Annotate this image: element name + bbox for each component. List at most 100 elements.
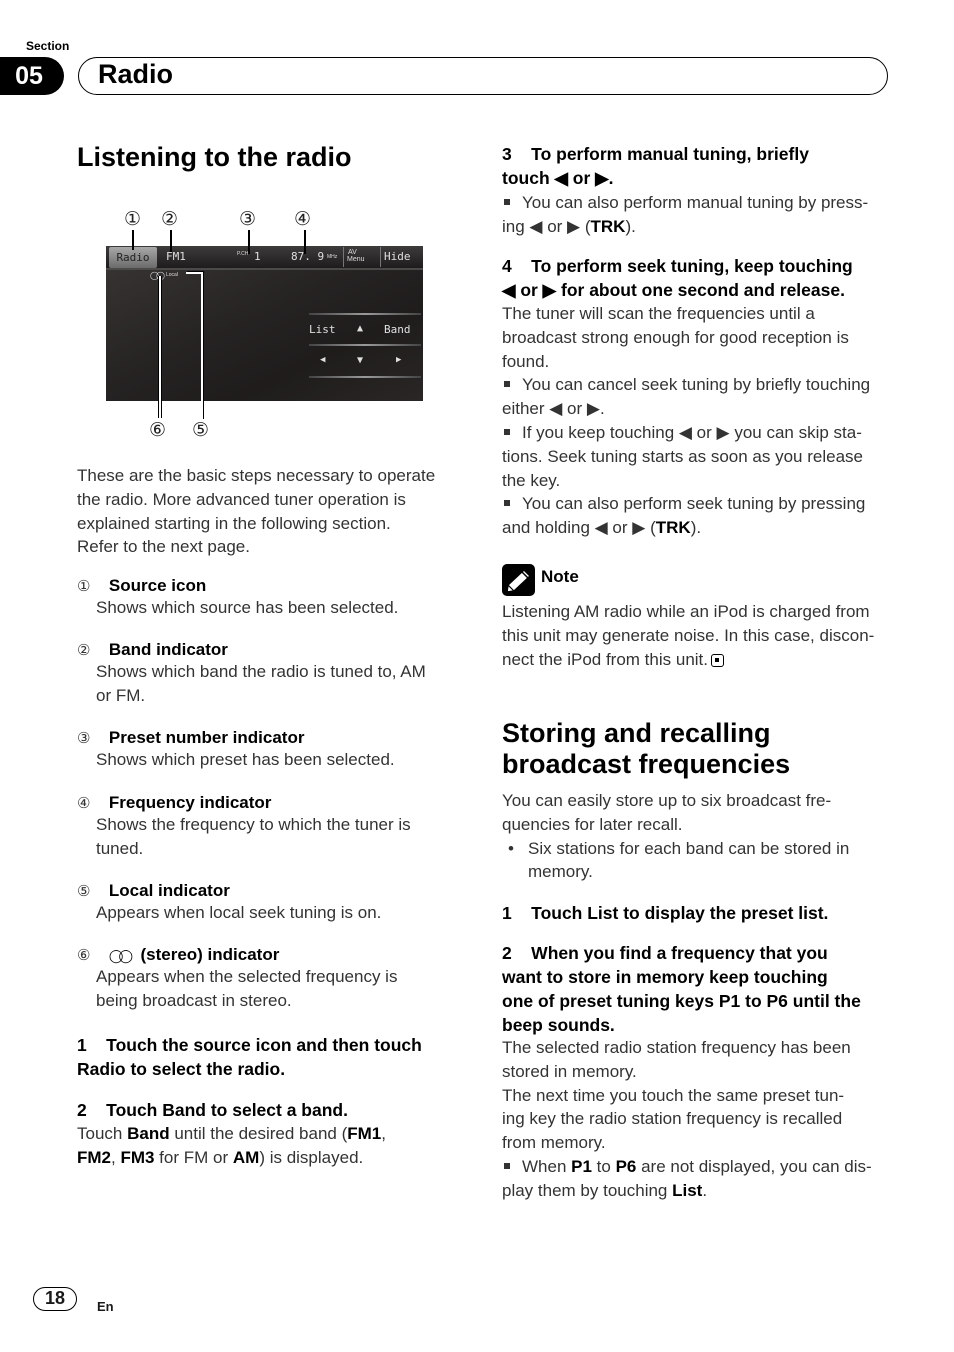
frequency-indicator: 87. 9 [291,250,325,263]
text-run: AM [232,1147,260,1167]
item-description: being broadcast in stereo. [96,990,292,1010]
callout-2: ② [161,208,179,230]
step-3-heading: 3 To perform manual tuning, briefly touc… [502,142,902,190]
item-heading: Preset number indicator [108,728,305,747]
text-line: The selected radio station frequency has… [502,1038,851,1057]
text-run: TRK [590,216,626,236]
note-label: Note [541,567,579,586]
text-run: You can also perform manual tuning by pr… [522,193,869,212]
text-line: stored in memory. [502,1061,637,1081]
list-button[interactable]: List [309,323,336,336]
callout-4: ④ [294,208,312,230]
av-label: AV [348,249,357,256]
item-description: Appears when the selected frequency is [96,967,398,986]
callout-line-2 [170,230,172,252]
text-run: ). [690,518,702,538]
text-line: the radio. More advanced tuner operation… [77,489,406,509]
intro-paragraph: These are the basic steps necessary to o… [77,464,477,559]
left-arrow-button[interactable]: ◀ [320,355,325,365]
page-title: Listening to the radio [77,142,352,172]
text-run: ). [625,216,636,236]
callout-line-4 [304,230,306,254]
text-line: quencies for later recall. [502,814,683,834]
text-line: 2 When you find a frequency that you [502,943,828,963]
text-run: for FM or [154,1147,233,1167]
up-arrow-button[interactable]: ▲ [357,323,363,334]
text-line: broadcast strong enough for good recepti… [502,327,849,347]
item-number: ② [77,642,91,659]
text-run: FM1 [347,1124,382,1143]
item-heading: Source icon [108,576,207,595]
item-description: tuned. [96,838,144,858]
step-2-heading: 2 Touch Band to select a band. [77,1100,348,1120]
list-item: ① Source icon Shows which source has bee… [77,576,477,640]
text-line: from memory. [502,1133,606,1153]
text-line: These are the basic steps necessary to o… [77,466,436,485]
step-2-body: Touch Band until the desired band (FM1, … [77,1122,477,1170]
av-menu-button[interactable]: AV Menu [343,247,380,267]
item-description: Shows which preset has been selected. [96,750,395,769]
text-line: Radio to select the radio. [77,1059,286,1079]
bullet-icon [504,428,510,435]
text-line: the key. [502,470,561,490]
text-run: You can cancel seek tuning by briefly to… [522,375,871,395]
list-item: ⑥ ◯◯ (stereo) indicator Appears when the… [77,945,477,1033]
text-run: Band [127,1124,170,1143]
text-run: P1 [571,1156,592,1176]
right-arrow-button[interactable]: ▶ [396,355,401,365]
text-line: The tuner will scan the frequencies unti… [502,304,815,323]
text-run: . [702,1180,708,1200]
hide-button[interactable]: Hide [380,247,421,267]
bullet-dot-icon: • [508,838,514,858]
step-4-heading: 4 To perform seek tuning, keep touching … [502,254,902,302]
source-button[interactable]: Radio [109,247,157,268]
text-line: ◀ or ▶ for about one second and release. [502,280,845,300]
text-line: ing key the radio station frequency is r… [502,1109,843,1129]
heading-line: broadcast frequencies [502,749,791,779]
step-4-body: The tuner will scan the frequencies unti… [502,302,902,540]
text-run: List [672,1180,703,1200]
band-button[interactable]: Band [384,323,411,336]
item-heading: (stereo) indicator [140,945,280,964]
preset-label: P.CH [237,251,249,257]
text-line: want to store in memory keep touching [502,967,828,987]
bullet-icon [504,499,510,506]
divider [309,344,421,346]
text-line: 1 Touch the source icon and then touch [77,1035,422,1055]
down-arrow-button[interactable]: ▼ [357,355,363,366]
preset-number: 1 [254,250,261,263]
bullet-icon [504,198,510,205]
radio-screen: Radio FM1 P.CH 1 87. 9 MHz AV Menu Hide … [106,246,423,401]
divider [309,313,421,315]
section-title-frame [78,57,888,95]
frequency-unit: MHz [327,254,338,260]
callout-5: ⑤ [192,419,210,441]
language-label: En [97,1299,114,1314]
callout-3: ③ [239,208,257,230]
text-run: Six stations for each band can be stored… [528,838,850,858]
text-line: explained starting in the following sect… [77,513,391,533]
text-run: When [522,1156,572,1176]
text-run: and holding ◀ or ▶ ( [502,518,656,538]
item-number: ④ [77,795,91,812]
section-label: Section [26,39,70,53]
list-item: ③ Preset number indicator Shows which pr… [77,728,477,793]
bullet-icon [504,380,510,387]
step-1-heading: 1 Touch the source icon and then touch R… [77,1033,477,1081]
item-number: ③ [77,730,91,747]
list-item: ④ Frequency indicator Shows the frequenc… [77,793,477,881]
text-run: , [381,1124,386,1143]
text-line: found. [502,351,550,371]
text-line: memory. [528,862,593,882]
item-heading: Local indicator [108,881,230,900]
text-run: TRK [655,518,691,538]
text-line: The next time you touch the same preset … [502,1085,845,1105]
page-number: 18 [33,1287,77,1311]
item-description: Shows which band the radio is tuned to, … [96,662,426,681]
text-run: play them by touching [502,1180,673,1200]
text-line: touch ◀ or ▶. [502,168,614,188]
divider [309,376,421,378]
item-description: Shows the frequency to which the tuner i… [96,815,411,834]
text-line: this unit may generate noise. In this ca… [502,625,875,645]
callout-line-3 [248,230,250,254]
